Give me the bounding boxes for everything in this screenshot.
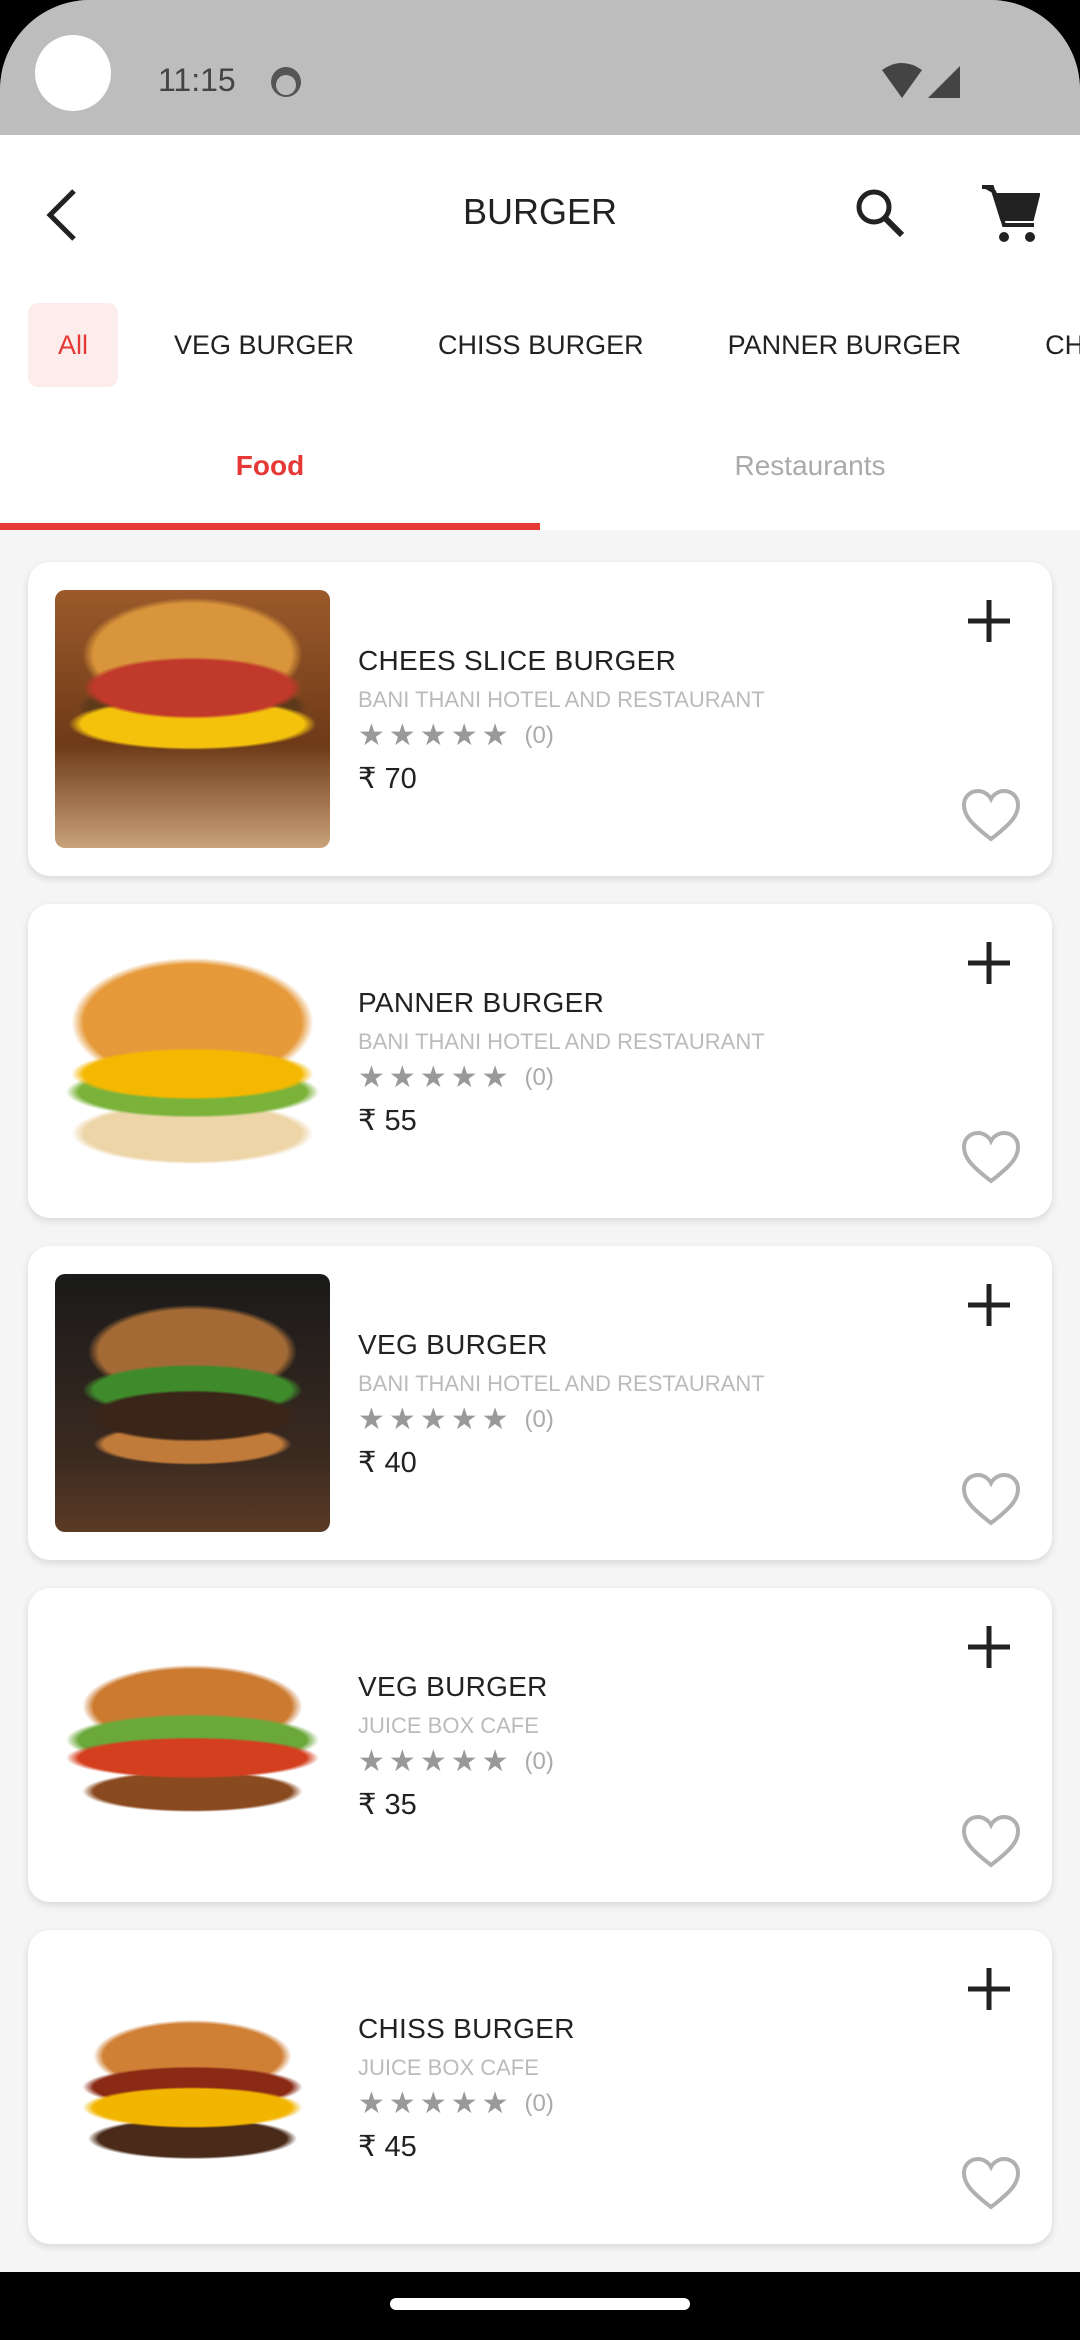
navigation-bar [0,2272,1080,2340]
rating: ★ ★ ★ ★ ★ (0) [358,1747,554,1777]
restaurant-name: BANI THANI HOTEL AND RESTAURANT [358,1371,765,1396]
restaurant-name: JUICE BOX CAFE [358,1713,539,1738]
add-icon[interactable] [964,1964,1014,2014]
food-image [55,1274,330,1532]
star-icon: ★ [358,1745,385,1778]
signal-icon [928,66,960,98]
add-icon[interactable] [964,1280,1014,1330]
add-icon[interactable] [964,938,1014,988]
add-icon[interactable] [964,1622,1014,1672]
food-card[interactable]: CHISS BURGER JUICE BOX CAFE ★ ★ ★ ★ ★ (0… [28,1930,1052,2244]
status-time: 11:15 [158,62,236,98]
star-icon: ★ [481,2087,509,2120]
review-count: (0) [524,722,554,749]
food-image [55,932,330,1190]
food-price: ₹ 35 [358,1789,417,1821]
chip-chiss-burger[interactable]: CHISS BURGER [396,303,686,387]
star-icon: ★ [358,2087,385,2120]
food-card[interactable]: PANNER BURGER BANI THANI HOTEL AND RESTA… [28,904,1052,1218]
chip-panner-burger[interactable]: PANNER BURGER [686,303,1004,387]
food-card[interactable]: VEG BURGER JUICE BOX CAFE ★ ★ ★ ★ ★ (0) … [28,1588,1052,1902]
status-bar: 11:15 [0,0,1080,135]
camera-cutout [35,35,111,111]
star-icon: ★ [388,1745,416,1778]
food-image [55,590,330,848]
restaurant-name: BANI THANI HOTEL AND RESTAURANT [358,687,765,712]
star-icon: ★ [481,1061,509,1094]
food-name: CHISS BURGER [358,2013,575,2044]
review-count: (0) [524,1748,554,1775]
food-name: VEG BURGER [358,1329,548,1360]
restaurant-name: JUICE BOX CAFE [358,2055,539,2080]
star-icon: ★ [419,1403,447,1436]
review-count: (0) [524,1064,554,1091]
heart-icon[interactable] [960,1129,1022,1187]
star-icon: ★ [450,1745,478,1778]
chip-chow[interactable]: CHOW [1003,303,1080,387]
star-icon: ★ [388,719,416,752]
star-icon: ★ [419,1745,447,1778]
star-icon: ★ [419,1061,447,1094]
review-count: (0) [524,1406,554,1433]
chip-all[interactable]: All [28,303,118,387]
heart-icon[interactable] [960,1813,1022,1871]
tabs: Food Restaurants [0,425,1080,530]
star-icon: ★ [388,1403,416,1436]
star-icon: ★ [481,1745,509,1778]
food-info: VEG BURGER BANI THANI HOTEL AND RESTAURA… [358,1329,765,1480]
food-name: VEG BURGER [358,1671,548,1702]
star-icon: ★ [419,2087,447,2120]
food-price: ₹ 55 [358,1105,417,1137]
tab-indicator [0,523,540,530]
star-icon: ★ [481,1403,509,1436]
food-price: ₹ 70 [358,763,417,795]
restaurant-name: BANI THANI HOTEL AND RESTAURANT [358,1029,765,1054]
star-icon: ★ [481,719,509,752]
rating: ★ ★ ★ ★ ★ (0) [358,721,765,751]
food-card[interactable]: VEG BURGER BANI THANI HOTEL AND RESTAURA… [28,1246,1052,1560]
food-info: CHEES SLICE BURGER BANI THANI HOTEL AND … [358,645,765,796]
category-chips: All VEG BURGER CHISS BURGER PANNER BURGE… [28,303,1080,387]
food-info: CHISS BURGER JUICE BOX CAFE ★ ★ ★ ★ ★ (0… [358,2013,575,2164]
star-icon: ★ [388,1061,416,1094]
chip-veg-burger[interactable]: VEG BURGER [132,303,396,387]
heart-icon[interactable] [960,2155,1022,2213]
star-icon: ★ [450,1403,478,1436]
app-bar: BURGER All VEG BURGER CHISS BURGER PANNE… [0,135,1080,530]
rating: ★ ★ ★ ★ ★ (0) [358,1405,765,1435]
tab-restaurants[interactable]: Restaurants [540,425,1080,530]
search-icon[interactable] [852,185,908,241]
add-icon[interactable] [964,596,1014,646]
heart-icon[interactable] [960,787,1022,845]
star-icon: ★ [450,2087,478,2120]
food-name: CHEES SLICE BURGER [358,645,677,676]
food-price: ₹ 45 [358,2131,417,2163]
rating: ★ ★ ★ ★ ★ (0) [358,2089,575,2119]
review-count: (0) [524,2090,554,2117]
star-icon: ★ [450,1061,478,1094]
cart-icon[interactable] [980,183,1040,245]
food-info: VEG BURGER JUICE BOX CAFE ★ ★ ★ ★ ★ (0) … [358,1671,554,1822]
food-image [55,1616,330,1874]
wifi-icon [882,63,960,98]
food-image [55,1958,330,2216]
heart-icon[interactable] [960,1471,1022,1529]
food-card[interactable]: CHEES SLICE BURGER BANI THANI HOTEL AND … [28,562,1052,876]
food-name: PANNER BURGER [358,987,605,1018]
home-handle[interactable] [390,2298,690,2310]
screen: 11:15 BURGER All VEG BURGER CHISS BURGER… [0,0,1080,2272]
star-icon: ★ [358,719,385,752]
tab-food[interactable]: Food [0,425,540,530]
star-icon: ★ [358,1061,385,1094]
food-info: PANNER BURGER BANI THANI HOTEL AND RESTA… [358,987,765,1138]
notification-app-icon [271,67,301,97]
star-icon: ★ [419,719,447,752]
page-title: BURGER [462,191,618,232]
star-icon: ★ [450,719,478,752]
food-price: ₹ 40 [358,1447,417,1479]
rating: ★ ★ ★ ★ ★ (0) [358,1063,765,1093]
star-icon: ★ [358,1403,385,1436]
star-icon: ★ [388,2087,416,2120]
